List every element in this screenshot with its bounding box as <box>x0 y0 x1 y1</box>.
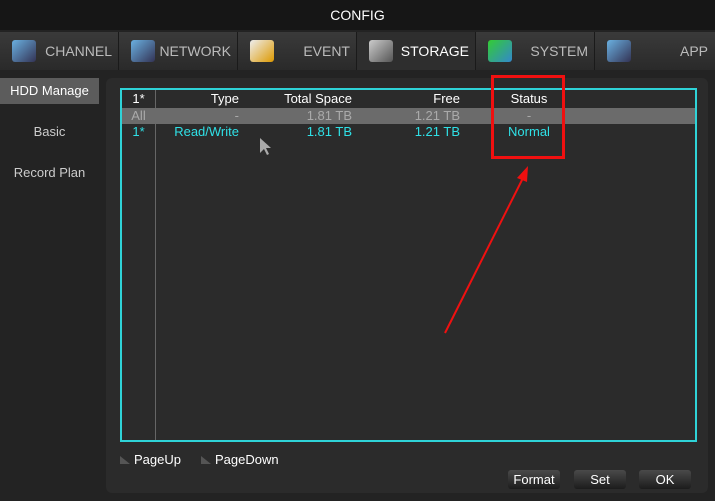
annotation-arrow <box>444 175 525 334</box>
mouse-cursor-icon <box>260 138 271 155</box>
annotation-overlay <box>260 138 528 334</box>
arrow-head-icon <box>517 166 528 182</box>
